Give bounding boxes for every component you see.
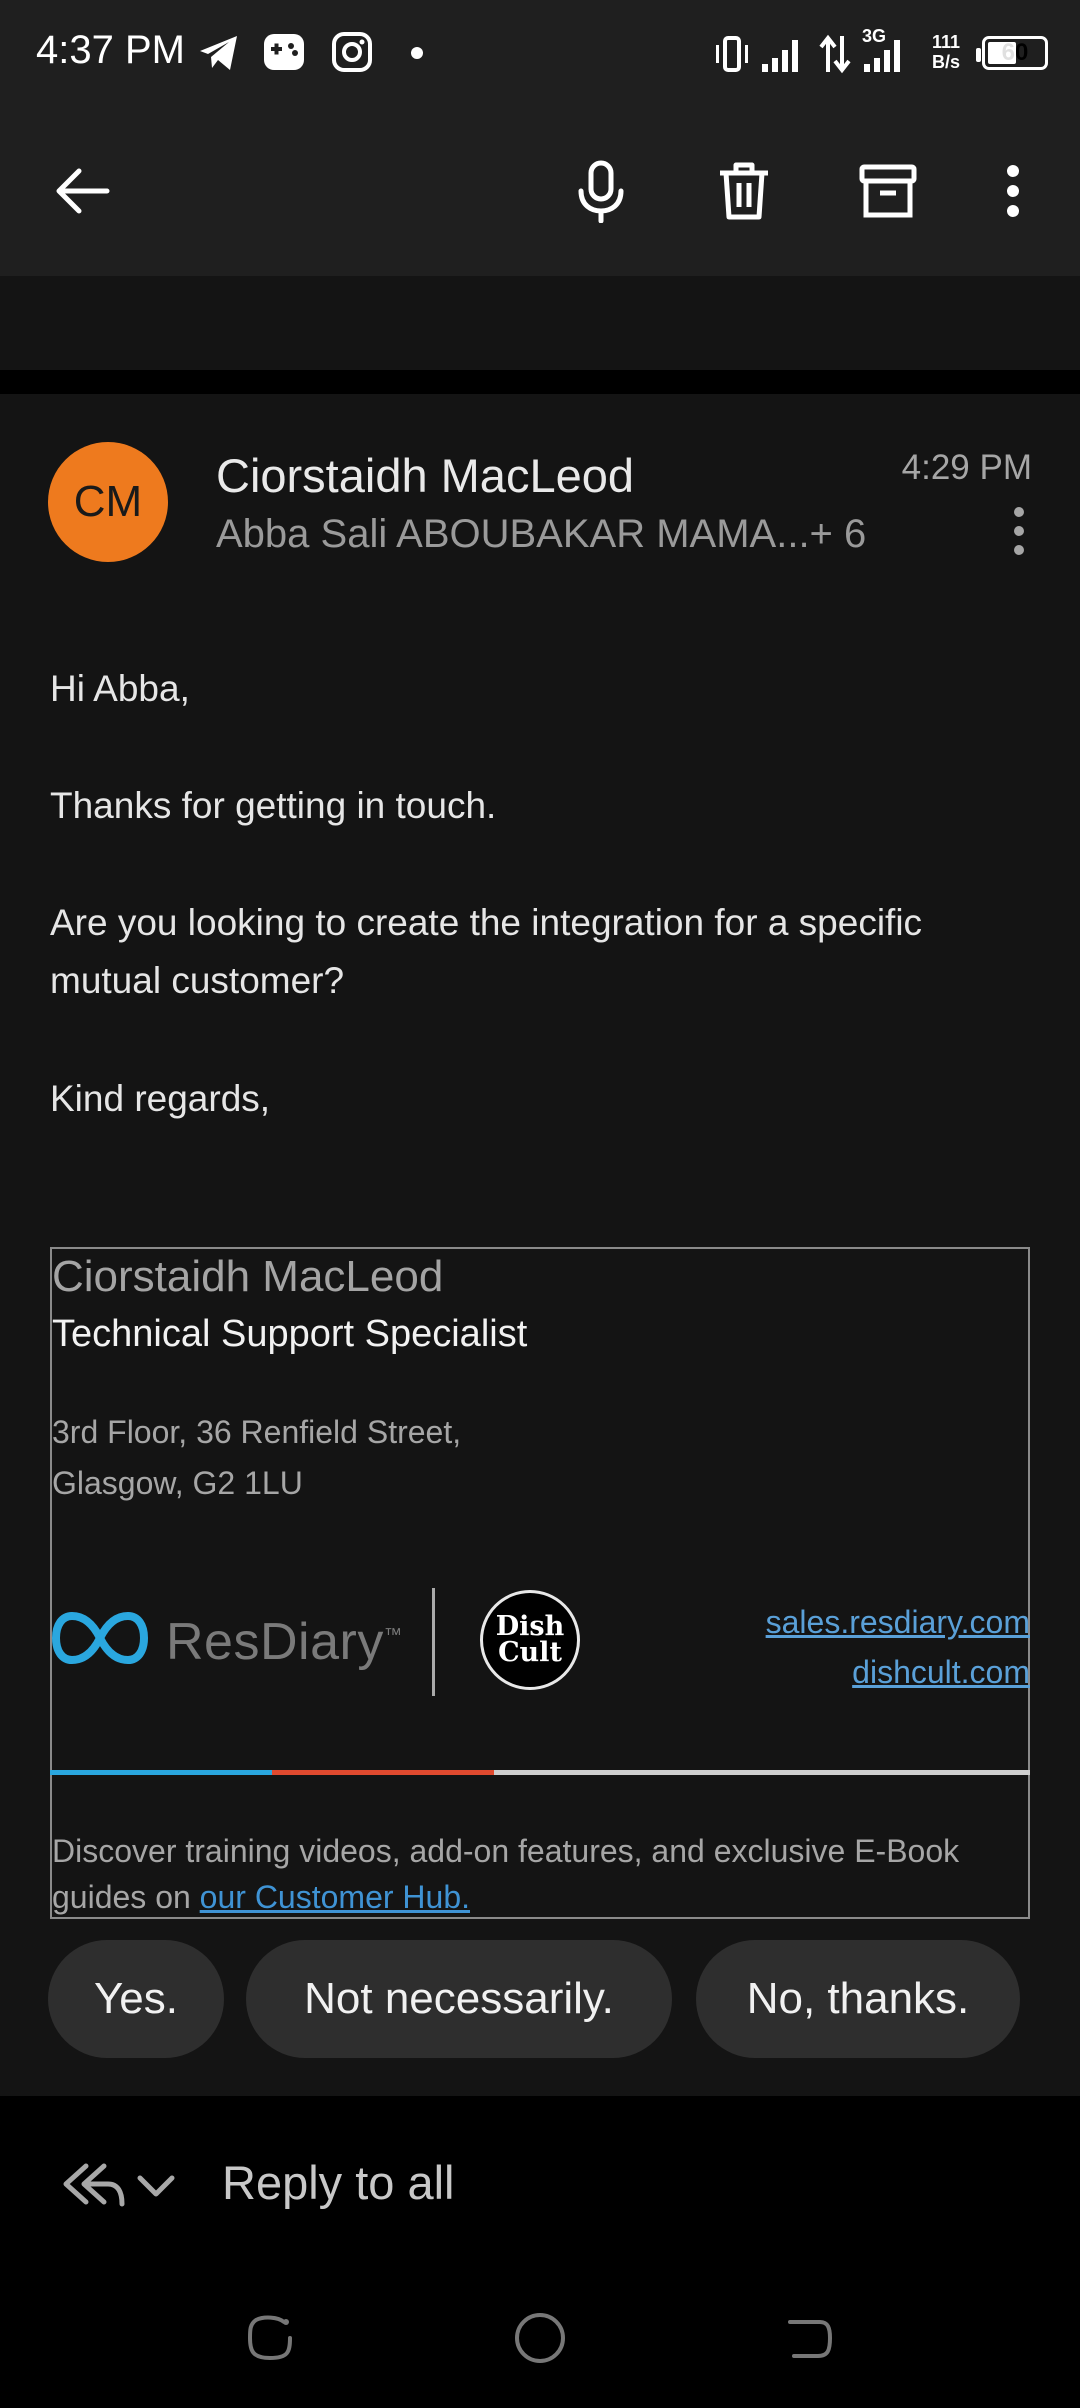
reply-all-button[interactable]: Reply to all — [222, 2155, 455, 2210]
smart-reply-not-necessarily[interactable]: Not necessarily. — [246, 1940, 672, 2058]
toolbar — [0, 108, 1080, 276]
home-icon[interactable] — [512, 2310, 568, 2366]
notification-dot-icon — [411, 47, 423, 59]
logo-divider — [432, 1588, 435, 1696]
game-icon — [264, 34, 304, 70]
more-vert-icon — [1014, 507, 1024, 555]
smart-reply-yes[interactable]: Yes. — [48, 1940, 224, 2058]
instagram-icon — [332, 32, 372, 72]
delete-button[interactable] — [699, 146, 789, 236]
back-button[interactable] — [38, 146, 128, 236]
sender-name[interactable]: Ciorstaidh MacLeod — [216, 448, 634, 503]
telegram-icon — [200, 36, 237, 70]
status-time: 4:37 PM — [36, 28, 185, 72]
net-speed-unit: B/s — [931, 52, 960, 72]
battery-level: 60 — [1001, 39, 1029, 66]
footer-text: Discover training videos, add-on feature… — [52, 1833, 960, 1915]
more-options-button[interactable] — [968, 146, 1058, 236]
dictate-button[interactable] — [556, 146, 646, 236]
reply-mode-selector[interactable] — [56, 2152, 186, 2216]
archive-icon — [859, 164, 917, 218]
body-closing: Kind regards, — [50, 1078, 271, 1119]
resdiary-logo-icon — [52, 1611, 148, 1665]
smart-reply-no-thanks[interactable]: No, thanks. — [696, 1940, 1020, 2058]
link-sales-resdiary[interactable]: sales.resdiary.com — [766, 1604, 1030, 1641]
signal-3g-icon — [864, 40, 900, 72]
more-vert-icon — [1007, 165, 1019, 217]
link-dishcult[interactable]: dishcult.com — [852, 1654, 1030, 1691]
back-arrow-icon — [56, 168, 110, 214]
signature-address: Glasgow, G2 1LU — [52, 1465, 303, 1501]
body-line: mutual customer? — [50, 960, 345, 1001]
divider — [0, 370, 1080, 394]
net-speed-value: 111 — [931, 32, 961, 52]
signature-name: Ciorstaidh MacLeod — [52, 1252, 444, 1301]
body-greeting: Hi Abba, — [50, 668, 190, 709]
net-speed: 111 B/s — [926, 32, 966, 72]
signature-title: Technical Support Specialist — [52, 1313, 528, 1355]
customer-hub-link[interactable]: our Customer Hub. — [200, 1879, 470, 1915]
signature-address: 3rd Floor, 36 Renfield Street, — [52, 1414, 462, 1450]
recipients[interactable]: Abba Sali ABOUBAKAR MAMA...+ 6 — [216, 512, 866, 557]
color-bar-segment-blue — [50, 1770, 272, 1775]
vibrate-icon — [716, 36, 748, 72]
body-line: Are you looking to create the integratio… — [50, 902, 923, 943]
avatar[interactable]: CM — [48, 442, 168, 562]
delete-icon — [720, 162, 768, 220]
toolbar-spacer — [0, 276, 1080, 370]
resdiary-logo-text: ResDiary™ — [166, 1613, 403, 1671]
recents-icon[interactable] — [244, 2312, 296, 2364]
reply-all-icon — [63, 2163, 175, 2207]
archive-button[interactable] — [843, 146, 933, 236]
signature-color-bar — [50, 1770, 1030, 1775]
color-bar-segment-grey — [494, 1770, 1030, 1775]
chevron-down-icon — [137, 2175, 175, 2197]
signature-footer: Discover training videos, add-on feature… — [52, 1828, 1022, 1920]
data-arrows-icon — [819, 34, 851, 74]
color-bar-segment-red — [272, 1770, 494, 1775]
message-time: 4:29 PM — [901, 448, 1032, 487]
signal-icon — [762, 40, 798, 72]
message-more-button[interactable] — [1010, 505, 1028, 562]
body-line: Thanks for getting in touch. — [50, 785, 497, 826]
microphone-icon — [578, 160, 624, 223]
dishcult-logo: Dish Cult — [480, 1590, 580, 1690]
back-icon[interactable] — [784, 2312, 836, 2364]
